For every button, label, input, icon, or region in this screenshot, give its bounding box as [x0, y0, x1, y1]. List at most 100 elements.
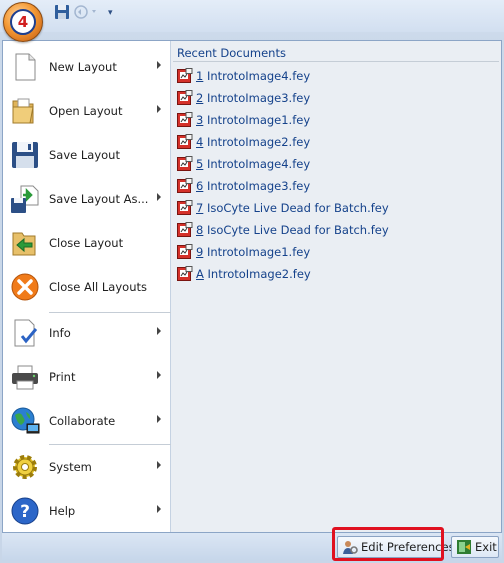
menu-item-label: Close All Layouts — [49, 280, 147, 294]
menu-footer: Edit Preferences Exit — [2, 533, 502, 561]
recent-document-label: 8 IsoCyte Live Dead for Batch.fey — [196, 223, 389, 237]
submenu-arrow-icon — [157, 371, 161, 379]
menu-item-collaborate[interactable]: Collaborate — [3, 399, 171, 443]
submenu-arrow-icon — [157, 105, 161, 113]
menu-item-close-layout[interactable]: Close Layout — [3, 221, 171, 265]
menu-item-save-layout[interactable]: Save Layout — [3, 133, 171, 177]
menu-item-info[interactable]: Info — [3, 311, 171, 355]
menu-item-open-layout[interactable]: Open Layout — [3, 89, 171, 133]
submenu-arrow-icon — [157, 505, 161, 513]
recent-document-name: IntrotoImage2.fey — [203, 135, 311, 149]
recent-document-label: 6 IntrotoImage3.fey — [196, 179, 310, 193]
recent-document-name: IsoCyte Live Dead for Batch.fey — [203, 223, 389, 237]
recent-documents-pane: Recent Documents 1 IntrotoImage4.fey 2 In… — [171, 41, 501, 532]
globe-network-icon — [9, 405, 41, 437]
menu-item-label: System — [49, 460, 92, 474]
fey-document-icon — [177, 90, 193, 106]
recent-document-item[interactable]: A IntrotoImage2.fey — [175, 263, 495, 285]
recent-documents-separator — [173, 61, 499, 62]
fey-document-icon — [177, 156, 193, 172]
menu-item-label: Save Layout — [49, 148, 120, 162]
recent-document-name: IntrotoImage1.fey — [203, 245, 311, 259]
orb-logo-text: 4 — [17, 13, 29, 31]
close-all-icon — [9, 271, 41, 303]
menu-item-label: New Layout — [49, 60, 117, 74]
menu-item-label: Save Layout As... — [49, 192, 149, 206]
recent-document-label: 1 IntrotoImage4.fey — [196, 69, 310, 83]
menu-item-label: Help — [49, 504, 76, 518]
submenu-arrow-icon — [157, 327, 161, 335]
recent-document-label: 4 IntrotoImage2.fey — [196, 135, 310, 149]
fey-document-icon — [177, 244, 193, 260]
menu-item-save-layout-as[interactable]: Save Layout As... — [3, 177, 171, 221]
submenu-arrow-icon — [157, 193, 161, 201]
menu-item-label: Open Layout — [49, 104, 123, 118]
recent-document-label: A IntrotoImage2.fey — [196, 267, 311, 281]
customize-toolbar-icon[interactable]: ▾ — [108, 4, 118, 22]
recent-document-label: 9 IntrotoImage1.fey — [196, 245, 310, 259]
preferences-user-icon — [343, 541, 358, 554]
recent-document-item[interactable]: 2 IntrotoImage3.fey — [175, 87, 495, 109]
recent-document-name: IntrotoImage2.fey — [203, 267, 311, 281]
recent-document-label: 5 IntrotoImage4.fey — [196, 157, 310, 171]
recent-document-item[interactable]: 1 IntrotoImage4.fey — [175, 65, 495, 87]
submenu-arrow-icon — [157, 415, 161, 423]
recent-document-item[interactable]: 5 IntrotoImage4.fey — [175, 153, 495, 175]
submenu-arrow-icon — [157, 61, 161, 69]
help-icon: ? — [9, 495, 41, 527]
recent-document-label: 3 IntrotoImage1.fey — [196, 113, 310, 127]
exit-label: Exit — [475, 540, 497, 554]
save-disk-icon — [9, 139, 41, 171]
save-icon[interactable] — [54, 4, 70, 22]
recent-document-name: IntrotoImage4.fey — [203, 69, 311, 83]
recent-document-item[interactable]: 9 IntrotoImage1.fey — [175, 241, 495, 263]
submenu-arrow-icon — [157, 461, 161, 469]
edit-preferences-button[interactable]: Edit Preferences — [337, 536, 455, 558]
exit-button[interactable]: Exit — [451, 536, 499, 558]
recent-document-item[interactable]: 7 IsoCyte Live Dead for Batch.fey — [175, 197, 495, 219]
recent-document-access-key: A — [196, 267, 204, 281]
exit-icon — [457, 540, 471, 554]
fey-document-icon — [177, 178, 193, 194]
application-orb-button[interactable]: 4 — [3, 2, 43, 42]
menu-item-label: Close Layout — [49, 236, 124, 250]
new-document-icon — [9, 51, 41, 83]
menu-commands-pane: New Layout Open Layout Save Layout Save … — [3, 41, 171, 532]
fey-document-icon — [177, 222, 193, 238]
recent-documents-title: Recent Documents — [177, 46, 286, 60]
menu-item-help[interactable]: ? Help — [3, 489, 171, 533]
menu-item-system[interactable]: System — [3, 445, 171, 489]
open-folder-icon — [9, 95, 41, 127]
fey-document-icon — [177, 112, 193, 128]
save-as-icon — [9, 183, 41, 215]
fey-document-icon — [177, 68, 193, 84]
svg-text:?: ? — [20, 502, 30, 522]
menu-item-label: Print — [49, 370, 76, 384]
recent-document-item[interactable]: 8 IsoCyte Live Dead for Batch.fey — [175, 219, 495, 241]
close-layout-icon — [9, 227, 41, 259]
recent-document-name: IntrotoImage3.fey — [203, 179, 311, 193]
recent-document-name: IntrotoImage1.fey — [203, 113, 311, 127]
fey-document-icon — [177, 266, 193, 282]
recent-document-item[interactable]: 6 IntrotoImage3.fey — [175, 175, 495, 197]
recent-document-item[interactable]: 4 IntrotoImage2.fey — [175, 131, 495, 153]
recent-document-name: IntrotoImage3.fey — [203, 91, 311, 105]
undo-icon[interactable] — [73, 4, 99, 22]
recent-document-name: IsoCyte Live Dead for Batch.fey — [203, 201, 389, 215]
fey-document-icon — [177, 134, 193, 150]
quick-access-toolbar: ▾ — [0, 0, 504, 32]
menu-item-close-all-layouts[interactable]: Close All Layouts — [3, 265, 171, 309]
menu-item-print[interactable]: Print — [3, 355, 171, 399]
recent-document-label: 7 IsoCyte Live Dead for Batch.fey — [196, 201, 389, 215]
recent-document-name: IntrotoImage4.fey — [203, 157, 311, 171]
menu-item-label: Collaborate — [49, 414, 116, 428]
info-checklist-icon — [9, 317, 41, 349]
menu-item-new-layout[interactable]: New Layout — [3, 45, 171, 89]
menu-item-label: Info — [49, 326, 71, 340]
application-menu: New Layout Open Layout Save Layout Save … — [2, 40, 502, 533]
gear-icon — [9, 451, 41, 483]
recent-document-label: 2 IntrotoImage3.fey — [196, 91, 310, 105]
recent-document-item[interactable]: 3 IntrotoImage1.fey — [175, 109, 495, 131]
edit-preferences-label: Edit Preferences — [361, 540, 455, 554]
printer-icon — [9, 361, 41, 393]
